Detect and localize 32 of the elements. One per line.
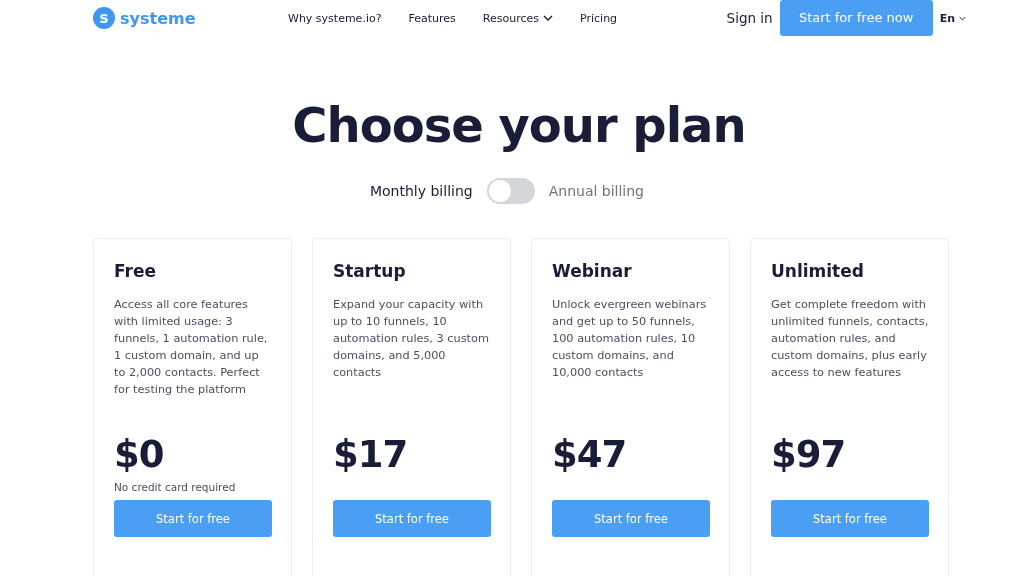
logo-text[interactable]: systeme xyxy=(120,8,196,28)
plan-description: Unlock evergreen webinars and get up to 50 funnels, 100 automation rules, 10 custom domains, and 10,000 contacts xyxy=(552,297,708,381)
page-title: Choose your plan xyxy=(291,96,747,155)
plan-name: Startup xyxy=(333,261,407,281)
start-free-button[interactable]: Start for free xyxy=(552,500,710,537)
start-free-button[interactable]: Start for free xyxy=(771,500,929,537)
nav-link[interactable]: Features xyxy=(408,11,456,25)
start-free-button[interactable]: Start for free xyxy=(114,500,272,537)
plan-price: $17 xyxy=(333,434,409,476)
language-selector[interactable]: En xyxy=(939,11,966,25)
logo-icon[interactable]: s xyxy=(93,7,115,29)
nav-link[interactable]: Why systeme.io? xyxy=(288,11,382,25)
start-free-button[interactable]: Start for free xyxy=(333,500,491,537)
billing-label: Annual billing xyxy=(548,183,644,199)
price-note: No credit card required xyxy=(114,481,236,493)
nav-link[interactable]: Resources xyxy=(482,11,553,25)
plan-price: $97 xyxy=(771,434,847,476)
start-free-button[interactable]: Start for free now xyxy=(779,0,933,36)
chevron-down-icon xyxy=(543,15,553,21)
billing-toggle[interactable] xyxy=(486,178,535,204)
chevron-down-icon xyxy=(959,15,966,21)
billing-label: Monthly billing xyxy=(369,183,473,199)
plan-price: $47 xyxy=(552,434,628,476)
plan-name: Free xyxy=(114,261,157,281)
plan-name: Unlimited xyxy=(771,261,865,281)
plan-description: Access all core features with limited usage: 3 funnels, 1 automation rule, 1 custom domain, and up to 2,000 contacts. Perfect for testing the platform xyxy=(114,297,269,398)
plan-name: Webinar xyxy=(552,261,633,281)
plan-description: Expand your capacity with up to 10 funnels, 10 automation rules, 3 custom domains, and 5,000 contacts xyxy=(333,297,490,381)
nav-link[interactable]: Pricing xyxy=(580,11,618,25)
sign-in-link[interactable]: Sign in xyxy=(726,10,773,26)
plan-price: $0 xyxy=(114,434,165,476)
plan-description: Get complete freedom with unlimited funnels, contacts, automation rules, and custom domains, plus early access to new features xyxy=(771,297,929,381)
